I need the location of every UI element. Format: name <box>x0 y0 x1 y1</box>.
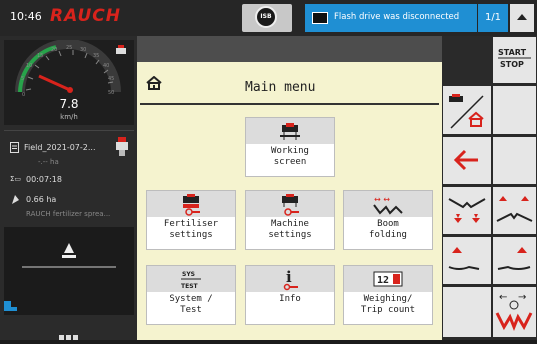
tile-label: Boom folding <box>369 219 407 240</box>
softkey-empty-1[interactable] <box>493 86 536 134</box>
svg-text:35: 35 <box>93 53 99 59</box>
system-test-tile[interactable]: SYS TEST System / Test <box>146 265 236 325</box>
tile-icon-area <box>246 118 334 144</box>
softkey-empty-3[interactable] <box>443 287 491 337</box>
speed-value: 7.8 <box>59 97 79 111</box>
right-boom-up-icon <box>497 247 531 270</box>
svg-text:STOP: STOP <box>500 60 524 69</box>
svg-text:45: 45 <box>108 76 114 82</box>
machine-settings-tile[interactable]: Machine settings <box>245 190 335 250</box>
fertiliser-settings-tile[interactable]: Fertiliser settings <box>146 190 236 250</box>
softkey-empty-2[interactable] <box>493 137 536 184</box>
right-section-up-button[interactable] <box>493 237 536 284</box>
boom-folding-icon: ↔ ↔ <box>373 195 403 215</box>
tile-icon-area: i <box>246 266 334 292</box>
spreader-home-icon <box>449 94 484 129</box>
spreader-icon <box>116 137 128 156</box>
home-icon <box>146 76 162 90</box>
arrow-up-icon <box>517 14 527 20</box>
svg-text:→: → <box>518 292 526 303</box>
area-value: 0.66 ha <box>26 195 57 204</box>
tile-icon-area <box>147 191 235 217</box>
svg-text:50: 50 <box>108 90 114 96</box>
elapsed-time: 00:07:18 <box>26 175 62 184</box>
tile-label: Weighing/ Trip count <box>360 294 416 315</box>
brand-logo: RAUCH <box>50 6 121 26</box>
tile-icon-area: 12 <box>344 266 432 292</box>
tile-label: Machine settings <box>268 219 312 240</box>
working-screen-tile[interactable]: Working screen <box>245 117 335 177</box>
svg-text:START: START <box>498 48 527 57</box>
boom-overview <box>4 227 134 315</box>
svg-text:20: 20 <box>51 47 57 53</box>
spreader-working-icon <box>280 123 300 140</box>
back-button[interactable] <box>443 137 491 184</box>
tile-label: Working screen <box>271 146 309 167</box>
more-menu-button[interactable] <box>59 325 80 344</box>
machine-settings-icon <box>282 194 299 216</box>
tile-label: System / Test <box>169 294 213 315</box>
machine-name: RAUCH fertilizer sprea... <box>26 210 111 218</box>
svg-text:TEST: TEST <box>181 283 199 290</box>
svg-text:12: 12 <box>377 275 389 286</box>
boom-sections-down-icon <box>448 198 486 223</box>
svg-text:i: i <box>286 268 292 286</box>
clock: 10:46 <box>10 10 42 23</box>
notification-text: Flash drive was disconnected <box>334 12 460 22</box>
scroll-up-button[interactable] <box>510 4 534 32</box>
tile-label: Fertiliser settings <box>163 219 219 240</box>
field-area: -.-- ha <box>38 158 59 166</box>
boom-section-down-button[interactable] <box>443 187 491 234</box>
svg-text:15: 15 <box>37 53 43 59</box>
system-test-icon: SYS TEST <box>181 271 201 290</box>
svg-text:5: 5 <box>21 76 24 82</box>
page-indicator: 1/1 <box>478 4 508 32</box>
page-title: Main menu <box>245 80 316 95</box>
isb-button[interactable]: ISB <box>242 4 292 32</box>
svg-text:40: 40 <box>103 63 109 69</box>
svg-text:30: 30 <box>80 47 86 53</box>
start-stop-button[interactable]: START STOP <box>493 37 536 83</box>
timer-icon: Σ▭ <box>10 175 22 183</box>
tractor-boom-graphic <box>4 243 116 311</box>
left-boom-up-icon <box>448 247 480 270</box>
left-section-up-button[interactable] <box>443 237 491 284</box>
field-name: Field_2021-07-2... <box>24 143 96 152</box>
tile-icon-area: ↔ ↔ <box>344 191 432 217</box>
boom-folding-tile[interactable]: ↔ ↔ Boom folding <box>343 190 433 250</box>
folding-timer-icon: ← → <box>495 292 533 332</box>
weighing-trip-count-tile[interactable]: 12 Weighing/ Trip count <box>343 265 433 325</box>
svg-text:10: 10 <box>26 63 32 69</box>
info-tile[interactable]: i Info <box>245 265 335 325</box>
info-icon: i <box>283 268 298 291</box>
home-working-toggle-button[interactable] <box>443 86 491 134</box>
isb-icon: ISB <box>255 6 277 28</box>
job-info-panel: Field_2021-07-2... -.-- ha Σ▭ 00:07:18 0… <box>4 130 134 226</box>
boom-timed-folding-button[interactable]: ← → <box>493 287 536 337</box>
tile-icon-area: SYS TEST <box>147 266 235 292</box>
area-icon <box>12 195 19 204</box>
tile-icon-area <box>246 191 334 217</box>
notification-bar[interactable]: Flash drive was disconnected <box>305 4 477 32</box>
tile-label: Info <box>279 294 301 304</box>
svg-text:←: ← <box>499 292 507 303</box>
speed-unit: km/h <box>60 113 78 121</box>
document-icon <box>10 142 19 153</box>
flash-drive-icon <box>312 12 328 24</box>
start-stop-icon: START STOP <box>498 48 531 69</box>
weighing-icon: 12 <box>373 271 403 287</box>
boom-section-up-button[interactable] <box>493 187 536 234</box>
arrow-left-icon <box>453 149 478 171</box>
svg-text:SYS: SYS <box>182 271 195 278</box>
title-divider <box>140 103 439 105</box>
svg-text:25: 25 <box>66 45 72 51</box>
main-header-strip <box>137 36 442 62</box>
svg-text:↔ ↔: ↔ ↔ <box>374 195 390 204</box>
boom-sections-up-icon <box>496 196 533 222</box>
fertiliser-settings-icon <box>183 194 200 216</box>
